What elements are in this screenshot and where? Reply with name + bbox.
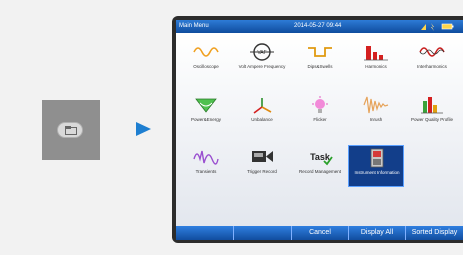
lock-icon: [431, 23, 434, 31]
menu-grid: Oscilloscope VAF Volt Ampere Frequency D…: [176, 33, 463, 226]
menu-hardkey[interactable]: [57, 122, 83, 138]
function-key-2[interactable]: [234, 226, 292, 240]
transients-icon: [193, 150, 219, 165]
device-screen: Main Menu 2014-05-27 09:44 Oscilloscope …: [176, 20, 463, 240]
menu-item-harmonics[interactable]: Harmonics: [348, 40, 404, 82]
unbalance-icon: [253, 98, 272, 114]
svg-text:VAF: VAF: [257, 50, 266, 56]
status-icons: [421, 23, 454, 31]
signal-icon: [421, 24, 426, 30]
menu-item-oscilloscope[interactable]: Oscilloscope: [178, 40, 234, 82]
menu-item-unbalance[interactable]: Unbalance: [234, 93, 290, 135]
menu-item-inrush[interactable]: Inrush: [348, 93, 404, 135]
function-key-1[interactable]: [176, 226, 234, 240]
menu-item-trigger-record[interactable]: Trigger Record: [234, 145, 290, 187]
menu-item-dips-swells[interactable]: Dips&Swells: [292, 40, 348, 82]
datetime: 2014-05-27 09:44: [294, 23, 342, 29]
folder-icon: [65, 126, 77, 135]
menu-item-vaf[interactable]: VAF Volt Ampere Frequency: [234, 40, 290, 82]
power-energy-icon: [195, 98, 217, 113]
dips-swells-icon: [308, 47, 332, 57]
function-key-bar: Cancel Display All Sorted Display: [176, 226, 463, 240]
vaf-meter-icon: VAF: [250, 43, 274, 61]
menu-title: Main Menu: [179, 23, 209, 29]
trigger-record-icon: [252, 151, 273, 162]
flicker-icon: [312, 96, 328, 113]
menu-item-pq-profile[interactable]: Power Quality Profile: [404, 93, 460, 135]
oscilloscope-icon: [193, 47, 219, 57]
battery-icon: [441, 23, 453, 30]
harmonics-icon: [364, 46, 388, 61]
inrush-icon: [363, 96, 389, 114]
menu-item-interharmonics[interactable]: Interharmonics: [404, 40, 460, 82]
menu-item-record-management[interactable]: Task Record Management: [292, 145, 348, 187]
task-icon: Task: [310, 152, 333, 166]
arrow-right-icon: [136, 122, 151, 136]
pq-profile-icon: [421, 97, 443, 114]
device-button-tile: [42, 100, 100, 160]
display-all-button[interactable]: Display All: [349, 226, 406, 240]
title-bar: Main Menu 2014-05-27 09:44: [176, 20, 463, 33]
svg-text:Task: Task: [310, 152, 331, 162]
cancel-button[interactable]: Cancel: [292, 226, 349, 240]
sorted-display-button[interactable]: Sorted Display: [406, 226, 463, 240]
menu-item-transients[interactable]: Transients: [178, 145, 234, 187]
menu-item-power-energy[interactable]: Power&Energy: [178, 93, 234, 135]
menu-item-instrument-information[interactable]: Instrument Information: [348, 145, 404, 187]
menu-item-flicker[interactable]: Flicker: [292, 93, 348, 135]
instrument-info-icon: [370, 148, 384, 168]
interharmonics-icon: [419, 47, 445, 57]
